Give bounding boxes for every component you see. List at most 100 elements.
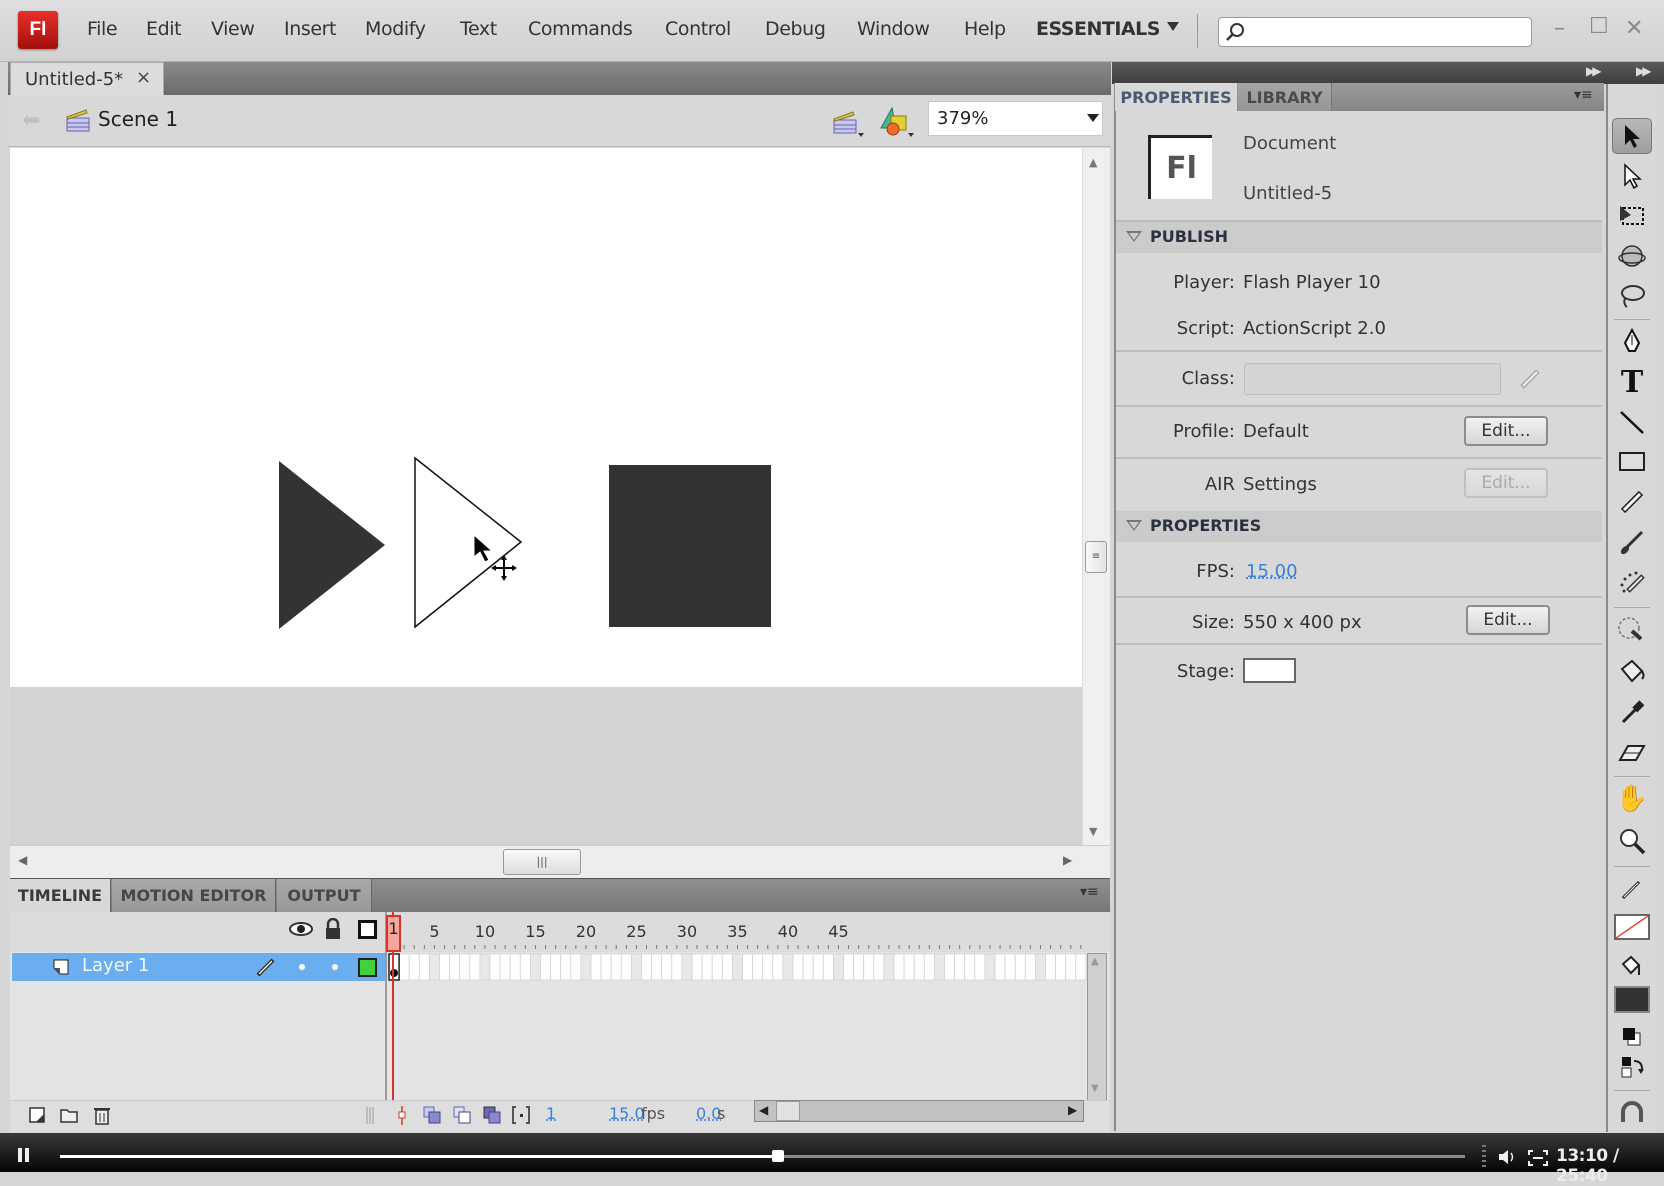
resize-grip-icon[interactable] bbox=[360, 1104, 382, 1126]
show-hide-all-icon[interactable] bbox=[289, 920, 313, 938]
frame-cell[interactable] bbox=[651, 953, 663, 981]
frame-cell[interactable] bbox=[792, 953, 804, 981]
frame-cell[interactable] bbox=[418, 953, 430, 981]
pen-tool[interactable] bbox=[1612, 324, 1652, 360]
frame-cell[interactable] bbox=[711, 953, 723, 981]
onion-skin-icon[interactable] bbox=[421, 1104, 443, 1126]
timeline-scroll-left-icon[interactable]: ◀ bbox=[759, 1103, 768, 1117]
frame-cell[interactable] bbox=[1014, 953, 1026, 981]
frame-cell[interactable] bbox=[923, 953, 935, 981]
back-arrow-icon[interactable]: ⬅ bbox=[22, 108, 40, 133]
menu-modify[interactable]: Modify bbox=[365, 18, 426, 40]
frame-cell[interactable] bbox=[439, 953, 451, 981]
frame-cell[interactable] bbox=[641, 953, 653, 981]
selection-tool[interactable] bbox=[1612, 118, 1652, 154]
frame-cell[interactable] bbox=[671, 953, 683, 981]
stage-color-swatch[interactable] bbox=[1243, 658, 1296, 683]
size-edit-button[interactable]: Edit... bbox=[1466, 605, 1550, 635]
frame-cell[interactable] bbox=[1035, 953, 1046, 981]
edit-multiple-frames-icon[interactable] bbox=[481, 1104, 503, 1126]
lock-all-icon[interactable] bbox=[324, 918, 342, 940]
frame-cell[interactable] bbox=[731, 953, 743, 981]
current-frame-value[interactable]: 1 bbox=[546, 1104, 556, 1123]
new-layer-icon[interactable] bbox=[26, 1104, 48, 1126]
menu-text[interactable]: Text bbox=[460, 18, 497, 40]
workspace-switcher[interactable]: ESSENTIALS bbox=[1036, 18, 1160, 40]
properties-section-header[interactable]: PROPERTIES bbox=[1116, 511, 1602, 542]
text-tool[interactable]: T bbox=[1612, 364, 1652, 400]
timeline-scroll-right-icon[interactable]: ▶ bbox=[1068, 1103, 1077, 1117]
tab-library[interactable]: LIBRARY bbox=[1238, 83, 1332, 111]
tab-output[interactable]: OUTPUT bbox=[277, 879, 372, 912]
air-settings-edit-button[interactable]: Edit... bbox=[1464, 468, 1548, 498]
publish-section-header[interactable]: PUBLISH bbox=[1116, 222, 1602, 253]
frame-cell[interactable] bbox=[429, 953, 440, 981]
timeline-horizontal-scrollbar[interactable] bbox=[754, 1100, 1084, 1122]
filled-square-shape[interactable] bbox=[609, 465, 771, 627]
frame-cell[interactable] bbox=[550, 953, 562, 981]
frame-cell[interactable] bbox=[1004, 953, 1016, 981]
paint-bucket-tool[interactable] bbox=[1612, 654, 1652, 690]
rectangle-tool[interactable] bbox=[1612, 444, 1652, 480]
frame-cell[interactable] bbox=[479, 953, 491, 981]
layer-visibility-toggle[interactable] bbox=[299, 964, 305, 970]
profile-edit-button[interactable]: Edit... bbox=[1464, 416, 1548, 446]
frame-cell[interactable] bbox=[944, 953, 956, 981]
pencil-tool[interactable] bbox=[1612, 484, 1652, 520]
frame-cell[interactable] bbox=[903, 953, 915, 981]
frame-cell[interactable] bbox=[822, 953, 834, 981]
frame-cell[interactable] bbox=[994, 953, 1006, 981]
tab-timeline[interactable]: TIMELINE bbox=[10, 879, 111, 912]
collapse-panel-icon[interactable]: ▶▶ bbox=[1586, 64, 1602, 78]
frame-cell[interactable] bbox=[812, 953, 824, 981]
frame-cell[interactable] bbox=[630, 953, 642, 981]
frame-cell[interactable] bbox=[620, 953, 632, 981]
frame-cell[interactable] bbox=[873, 953, 885, 981]
scene-breadcrumb[interactable]: Scene 1 bbox=[98, 107, 178, 131]
frame-cell[interactable] bbox=[1075, 953, 1087, 981]
zoom-dropdown-icon[interactable] bbox=[1087, 114, 1099, 122]
subselection-tool[interactable] bbox=[1612, 158, 1652, 194]
frame-cell[interactable] bbox=[964, 953, 976, 981]
frame-cell[interactable] bbox=[540, 953, 552, 981]
filled-triangle-shape[interactable] bbox=[279, 461, 385, 629]
bone-tool[interactable] bbox=[1612, 612, 1652, 648]
frame-cell[interactable] bbox=[459, 953, 471, 981]
stroke-color-swatch[interactable] bbox=[1614, 914, 1650, 940]
show-outlines-icon[interactable] bbox=[358, 920, 377, 939]
deco-tool[interactable] bbox=[1612, 564, 1652, 600]
frame-cell[interactable] bbox=[832, 953, 844, 981]
tab-motion-editor[interactable]: MOTION EDITOR bbox=[112, 879, 276, 912]
frame-cell[interactable] bbox=[782, 953, 794, 981]
frame-cell[interactable] bbox=[913, 953, 925, 981]
frame-cell[interactable] bbox=[721, 953, 733, 981]
menu-debug[interactable]: Debug bbox=[765, 18, 826, 40]
menu-window[interactable]: Window bbox=[857, 18, 930, 40]
onion-skin-outlines-icon[interactable] bbox=[451, 1104, 473, 1126]
timeline-vertical-scrollbar[interactable] bbox=[1087, 953, 1107, 1101]
frame-cell[interactable] bbox=[742, 953, 754, 981]
frame-cell[interactable] bbox=[752, 953, 764, 981]
video-progress-knob[interactable] bbox=[771, 1150, 784, 1162]
frame-ruler[interactable]: 5 10 15 20 25 30 35 40 45 bbox=[385, 912, 1087, 952]
fps-value[interactable]: 15.00 bbox=[1246, 561, 1298, 582]
frame-cell[interactable] bbox=[701, 953, 713, 981]
class-input[interactable] bbox=[1244, 363, 1501, 395]
lasso-tool[interactable] bbox=[1612, 278, 1652, 314]
frame-cell[interactable] bbox=[1045, 953, 1057, 981]
scroll-up-icon[interactable]: ▲ bbox=[1089, 156, 1097, 169]
modify-onion-markers-icon[interactable] bbox=[510, 1104, 532, 1126]
close-tab-icon[interactable]: × bbox=[136, 67, 151, 88]
timeline-panel-menu-icon[interactable]: ▾≡ bbox=[1080, 884, 1099, 900]
frame-cell[interactable] bbox=[1055, 953, 1067, 981]
maximize-button[interactable]: ☐ bbox=[1589, 14, 1609, 39]
new-folder-icon[interactable] bbox=[58, 1104, 80, 1126]
frame-cell[interactable] bbox=[772, 953, 784, 981]
properties-panel-menu-icon[interactable]: ▾≡ bbox=[1574, 87, 1593, 103]
vertical-scroll-thumb[interactable]: ≡ bbox=[1085, 541, 1107, 573]
menu-help[interactable]: Help bbox=[964, 18, 1006, 40]
minimize-button[interactable]: – bbox=[1554, 16, 1565, 41]
zoom-tool[interactable] bbox=[1612, 823, 1652, 859]
frame-cell[interactable] bbox=[843, 953, 855, 981]
frame-cell[interactable] bbox=[661, 953, 673, 981]
